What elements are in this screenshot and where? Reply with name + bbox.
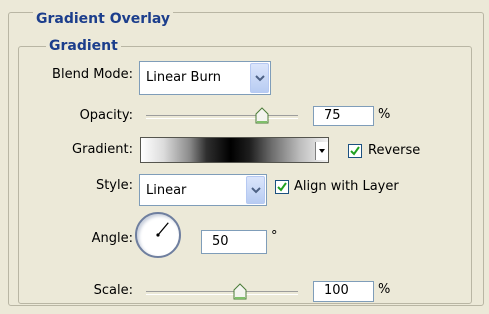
scale-slider-track[interactable]	[146, 291, 298, 295]
triangle-down-icon	[319, 149, 325, 153]
reverse-checkbox[interactable]	[348, 144, 362, 158]
angle-label: Angle:	[91, 231, 133, 246]
align-with-layer-label: Align with Layer	[294, 179, 399, 194]
opacity-label: Opacity:	[79, 108, 133, 123]
style-label: Style:	[95, 178, 133, 193]
opacity-input[interactable]: 75	[313, 106, 374, 126]
checkmark-icon	[277, 182, 287, 192]
blend-mode-select[interactable]: Linear Burn	[139, 61, 271, 95]
angle-dial-needle	[156, 222, 169, 237]
section-title: Gradient Overlay	[33, 11, 174, 27]
gradient-picker-button[interactable]	[315, 142, 328, 160]
scale-label: Scale:	[93, 283, 133, 298]
style-value: Linear	[146, 183, 187, 198]
blend-mode-value: Linear Burn	[146, 70, 222, 85]
opacity-slider-track[interactable]	[146, 115, 298, 119]
angle-input[interactable]: 50	[201, 230, 267, 254]
chevron-down-icon	[255, 75, 265, 82]
scale-slider-thumb[interactable]	[233, 283, 247, 300]
opacity-unit: %	[378, 107, 391, 122]
blend-mode-label: Blend Mode:	[52, 67, 133, 82]
angle-unit: °	[271, 229, 278, 244]
gradient-preview[interactable]	[140, 137, 329, 163]
align-with-layer-checkbox[interactable]	[275, 180, 289, 194]
angle-dial[interactable]	[135, 212, 181, 258]
group-title: Gradient	[46, 38, 121, 54]
blend-mode-dropdown-button[interactable]	[250, 63, 269, 93]
chevron-down-icon	[251, 187, 261, 194]
opacity-slider-thumb[interactable]	[255, 107, 269, 124]
checkmark-icon	[350, 146, 360, 156]
scale-input[interactable]: 100	[313, 281, 374, 302]
style-dropdown-button[interactable]	[246, 176, 265, 204]
scale-unit: %	[378, 282, 391, 297]
gradient-label: Gradient:	[72, 142, 133, 157]
style-select[interactable]: Linear	[139, 174, 267, 206]
reverse-label: Reverse	[368, 143, 421, 158]
